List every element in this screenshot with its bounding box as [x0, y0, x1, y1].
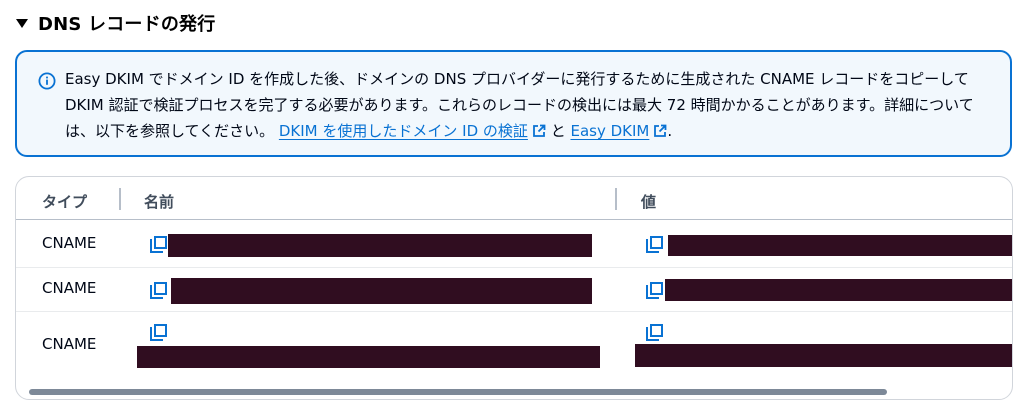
- copy-icon[interactable]: [645, 323, 665, 343]
- header-divider: [16, 219, 1012, 220]
- info-icon: [38, 72, 56, 90]
- row-3-type: CNAME: [42, 335, 97, 353]
- row-divider: [16, 311, 1012, 312]
- row-1-type: CNAME: [42, 234, 97, 252]
- external-link-icon: [654, 124, 667, 137]
- column-header-type[interactable]: タイプ: [42, 191, 87, 212]
- copy-icon[interactable]: [645, 281, 665, 301]
- column-resizer[interactable]: [119, 188, 121, 210]
- row-2-value-redacted: [665, 279, 1012, 301]
- info-alert: Easy DKIM でドメイン ID を作成した後、ドメインの DNS プロバイ…: [15, 50, 1012, 157]
- column-resizer[interactable]: [615, 188, 617, 210]
- dns-records-table: タイプ 名前 値 CNAME CNAME CNAME: [15, 176, 1013, 400]
- external-link-icon: [533, 124, 546, 137]
- column-header-name[interactable]: 名前: [144, 191, 174, 212]
- caret-down-icon: [16, 18, 28, 28]
- row-1-name-redacted: [168, 234, 592, 257]
- row-2-name-redacted: [171, 278, 592, 304]
- section-title: DNS レコードの発行: [38, 14, 216, 35]
- dkim-verification-link[interactable]: DKIM を使用したドメイン ID の検証: [279, 122, 546, 140]
- easy-dkim-link[interactable]: Easy DKIM: [570, 122, 667, 140]
- row-3-value-redacted: [635, 344, 1012, 367]
- copy-icon[interactable]: [149, 323, 169, 343]
- alert-conjunction: と: [545, 122, 571, 140]
- copy-icon[interactable]: [645, 235, 665, 255]
- copy-icon[interactable]: [149, 281, 169, 301]
- dns-records-section-toggle[interactable]: DNS レコードの発行: [16, 8, 215, 38]
- alert-message: Easy DKIM でドメイン ID を作成した後、ドメインの DNS プロバイ…: [65, 66, 995, 144]
- copy-icon[interactable]: [149, 235, 169, 255]
- row-divider: [16, 267, 1012, 268]
- alert-period: .: [667, 122, 673, 140]
- row-2-type: CNAME: [42, 279, 97, 297]
- row-1-value-redacted: [668, 235, 1012, 256]
- column-header-value[interactable]: 値: [641, 191, 656, 212]
- horizontal-scrollbar[interactable]: [26, 388, 1006, 396]
- row-3-name-redacted: [137, 346, 600, 368]
- scrollbar-thumb[interactable]: [29, 389, 887, 395]
